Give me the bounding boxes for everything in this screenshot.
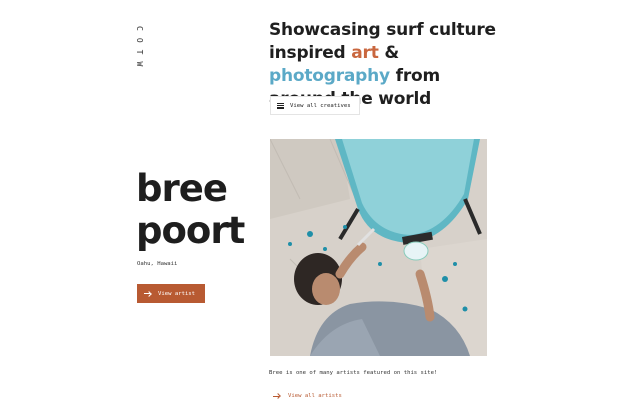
artist-location: Oahu, Hawaii bbox=[137, 261, 178, 267]
artist-first-name: bree bbox=[136, 167, 228, 210]
brand-logo[interactable]: COTW bbox=[134, 26, 144, 73]
feature-caption: Bree is one of many artists featured on … bbox=[269, 370, 438, 376]
arrow-right-icon bbox=[144, 291, 151, 296]
arrow-right-icon bbox=[273, 394, 280, 399]
artist-painting-image bbox=[270, 139, 487, 356]
view-all-creatives-label: View all creatives bbox=[290, 102, 351, 109]
view-all-artists-link[interactable]: View all artists bbox=[273, 393, 342, 399]
view-artist-label: View artist bbox=[158, 290, 196, 297]
headline-art-word: art bbox=[351, 43, 379, 63]
menu-icon bbox=[277, 102, 284, 109]
headline-amp: & bbox=[378, 43, 399, 63]
featured-artist-photo bbox=[270, 139, 487, 356]
artist-last-name: poort bbox=[136, 209, 245, 252]
view-all-creatives-button[interactable]: View all creatives bbox=[270, 96, 360, 115]
headline-photography-word: photography bbox=[269, 66, 390, 86]
view-all-artists-label: View all artists bbox=[288, 393, 342, 399]
artist-name: bree poort bbox=[136, 167, 245, 252]
view-artist-button[interactable]: View artist bbox=[137, 284, 205, 303]
